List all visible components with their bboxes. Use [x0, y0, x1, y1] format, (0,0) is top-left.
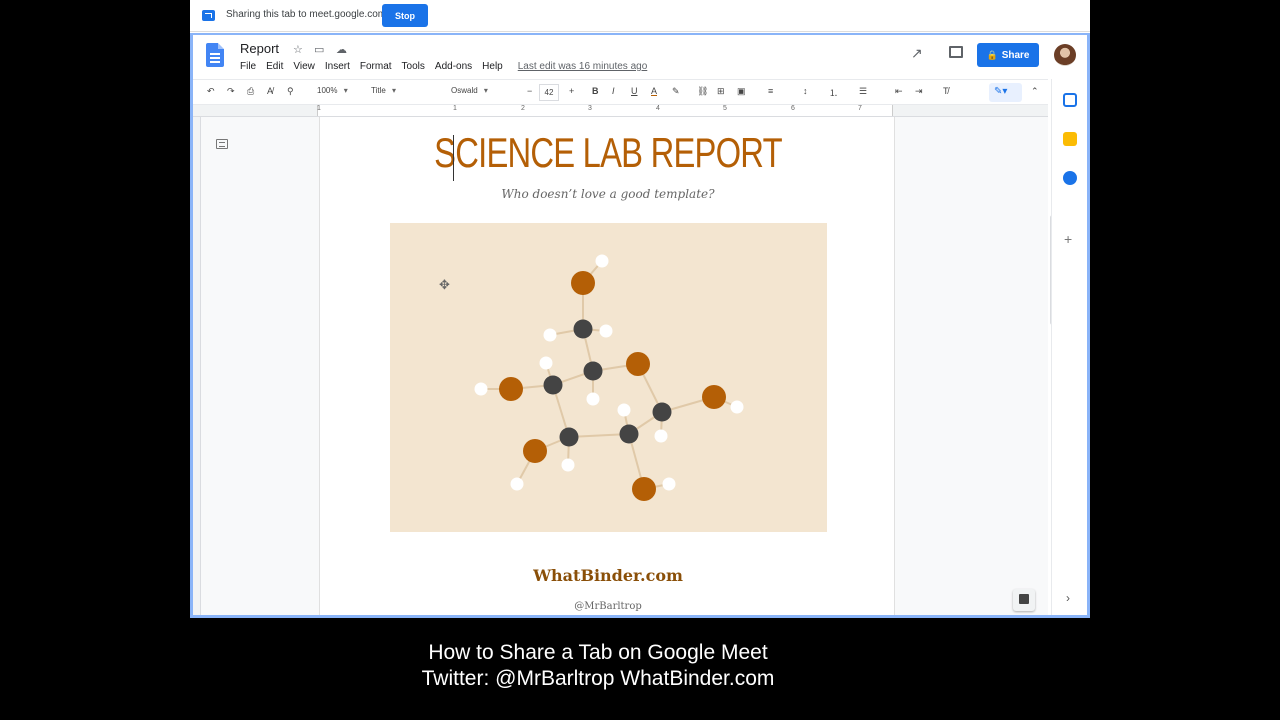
- tasks-icon[interactable]: [1063, 171, 1077, 185]
- menu-help[interactable]: Help: [482, 61, 503, 72]
- ruler-mark: 1: [453, 105, 457, 112]
- zoom-select[interactable]: 100%: [317, 86, 348, 95]
- document-page[interactable]: SCIENCE LAB REPORT Who doesn’t love a go…: [319, 117, 896, 615]
- ruler-mark: 4: [656, 105, 660, 112]
- chevron-right-icon[interactable]: ›: [1066, 591, 1070, 605]
- menu-insert[interactable]: Insert: [325, 61, 350, 72]
- twitter-handle-text[interactable]: @MrBarltrop: [320, 601, 896, 612]
- video-caption: How to Share a Tab on Google Meet Twitte…: [0, 640, 1280, 692]
- activity-dashboard-icon[interactable]: ↗: [911, 45, 923, 62]
- explore-icon[interactable]: [1013, 589, 1035, 611]
- horizontal-ruler[interactable]: 1 1 2 3 4 5 6 7: [193, 105, 1048, 117]
- page-title[interactable]: SCIENCE LAB REPORT: [383, 129, 832, 177]
- font-select[interactable]: Oswald: [451, 86, 511, 95]
- comment-history-icon[interactable]: [949, 46, 963, 58]
- add-comment-icon[interactable]: ⊞: [717, 86, 725, 97]
- move-folder-icon[interactable]: ▭: [314, 43, 324, 56]
- line-spacing-icon[interactable]: ↕: [803, 86, 808, 96]
- tab-sharing-bar: Sharing this tab to meet.google.com Stop: [190, 0, 1090, 32]
- menu-addons[interactable]: Add-ons: [435, 61, 472, 72]
- share-button-label: Share: [1001, 49, 1030, 61]
- decrease-indent-icon[interactable]: ⇤: [895, 86, 903, 97]
- menu-tools[interactable]: Tools: [402, 61, 425, 72]
- star-icon[interactable]: ☆: [293, 43, 303, 56]
- font-size-input[interactable]: 42: [539, 84, 559, 101]
- last-edit-link[interactable]: Last edit was 16 minutes ago: [518, 61, 648, 72]
- caption-line-1: How to Share a Tab on Google Meet: [428, 641, 768, 664]
- menu-view[interactable]: View: [293, 61, 315, 72]
- molecule-image[interactable]: ✥: [390, 223, 827, 532]
- menu-file[interactable]: File: [240, 61, 256, 72]
- document-outline-icon[interactable]: [216, 139, 228, 149]
- ruler-page-area: [317, 105, 893, 116]
- redo-icon[interactable]: ↷: [227, 86, 235, 97]
- vertical-ruler[interactable]: [193, 117, 201, 615]
- link-icon[interactable]: ⛓: [697, 86, 708, 97]
- align-icon[interactable]: ≡: [768, 86, 773, 96]
- increase-font-size-button[interactable]: +: [569, 86, 574, 96]
- side-panel: + ›: [1051, 79, 1087, 615]
- add-addon-icon[interactable]: +: [1064, 231, 1072, 247]
- docs-logo-icon[interactable]: [206, 43, 224, 67]
- bulleted-list-icon[interactable]: ☰: [859, 86, 867, 97]
- cloud-status-icon[interactable]: ☁: [336, 43, 347, 56]
- numbered-list-icon[interactable]: ⒈: [829, 86, 838, 99]
- menu-format[interactable]: Format: [360, 61, 392, 72]
- formatting-toolbar: ↶ ↷ ⎙ A̸ ⚲ 100% Title Oswald − 42 + B I …: [193, 79, 1048, 105]
- shared-tab-area: Report ☆ ▭ ☁ File Edit View Insert Forma…: [190, 33, 1090, 618]
- ruler-mark: 1: [317, 105, 321, 112]
- text-cursor: [453, 135, 454, 181]
- sharing-status-text: Sharing this tab to meet.google.com: [226, 9, 387, 20]
- screen-share-icon: [202, 10, 215, 21]
- menu-edit[interactable]: Edit: [266, 61, 283, 72]
- ruler-mark: 7: [858, 105, 862, 112]
- bold-icon[interactable]: B: [592, 86, 599, 96]
- document-canvas: SCIENCE LAB REPORT Who doesn’t love a go…: [201, 117, 1055, 615]
- clear-formatting-icon[interactable]: T̸: [943, 86, 949, 96]
- editing-mode-button[interactable]: ✎▾: [989, 83, 1022, 102]
- lock-icon: 🔒: [986, 49, 998, 60]
- page-subtitle[interactable]: Who doesn’t love a good template?: [320, 187, 896, 201]
- keep-icon[interactable]: [1063, 132, 1077, 146]
- italic-icon[interactable]: I: [612, 86, 615, 96]
- ruler-mark: 6: [791, 105, 795, 112]
- share-button[interactable]: 🔒 Share: [977, 43, 1039, 67]
- text-color-icon[interactable]: A: [651, 86, 657, 96]
- decrease-font-size-button[interactable]: −: [527, 86, 532, 96]
- print-icon[interactable]: ⎙: [247, 86, 254, 97]
- menu-bar: File Edit View Insert Format Tools Add-o…: [240, 61, 657, 72]
- ruler-mark: 3: [588, 105, 592, 112]
- avatar[interactable]: [1054, 44, 1076, 66]
- spellcheck-icon[interactable]: A̸: [267, 86, 273, 96]
- stop-sharing-button[interactable]: Stop: [382, 4, 428, 27]
- ruler-mark: 5: [723, 105, 727, 112]
- calendar-icon[interactable]: [1063, 93, 1077, 107]
- browser-frame: Sharing this tab to meet.google.com Stop…: [190, 0, 1090, 618]
- paint-format-icon[interactable]: ⚲: [287, 86, 294, 97]
- insert-image-icon[interactable]: ▣: [737, 86, 746, 97]
- hide-menus-icon[interactable]: ⌃: [1031, 86, 1039, 97]
- increase-indent-icon[interactable]: ⇥: [915, 86, 923, 97]
- highlight-icon[interactable]: ✎: [672, 86, 680, 97]
- underline-icon[interactable]: U: [631, 86, 638, 96]
- ruler-mark: 2: [521, 105, 525, 112]
- undo-icon[interactable]: ↶: [207, 86, 215, 97]
- document-title[interactable]: Report: [240, 41, 279, 56]
- website-text[interactable]: WhatBinder.com: [320, 566, 896, 585]
- svg-text:✥: ✥: [439, 278, 450, 293]
- caption-line-2: Twitter: @MrBarltrop WhatBinder.com: [421, 667, 775, 690]
- style-select[interactable]: Title: [371, 86, 431, 95]
